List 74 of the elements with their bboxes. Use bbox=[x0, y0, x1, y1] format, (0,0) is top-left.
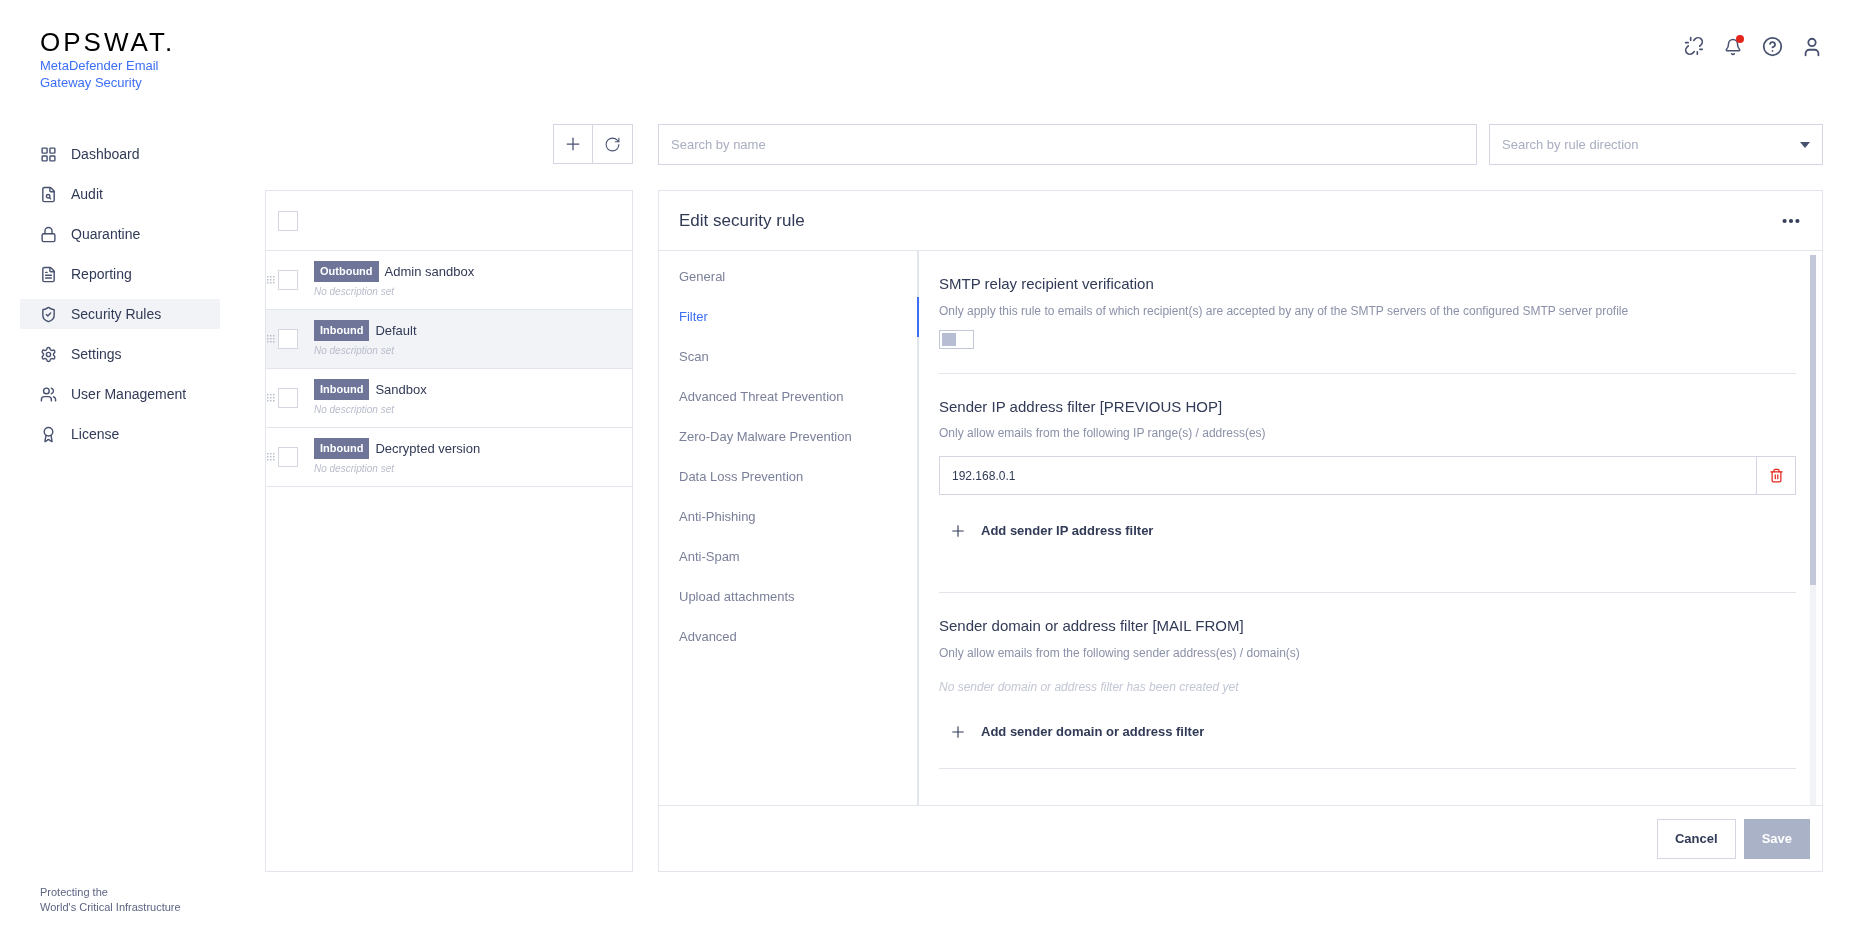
users-icon bbox=[40, 385, 57, 403]
editor-tab[interactable]: Advanced bbox=[659, 617, 919, 657]
editor-tab[interactable]: Zero-Day Malware Prevention bbox=[659, 417, 919, 457]
checkbox[interactable] bbox=[278, 270, 298, 290]
editor-tab[interactable]: Anti-Phishing bbox=[659, 497, 919, 537]
section-title: Sender domain or address filter [MAIL FROM] bbox=[939, 616, 1245, 636]
rule-description: No description set bbox=[314, 403, 396, 417]
search-field[interactable]: Search by name bbox=[658, 124, 1477, 165]
editor-tab[interactable]: General bbox=[659, 257, 919, 297]
direction-badge: Inbound bbox=[314, 438, 370, 459]
refresh-icon bbox=[604, 135, 621, 153]
refresh-button[interactable] bbox=[593, 124, 633, 164]
caret-icon bbox=[1800, 141, 1810, 148]
document-search-icon bbox=[40, 185, 57, 203]
unlink-icon[interactable] bbox=[1684, 36, 1704, 56]
tagline: Protecting the bbox=[40, 885, 109, 900]
brand-logo: OPSWAT. bbox=[40, 27, 177, 57]
direction-badge: Inbound bbox=[314, 379, 370, 400]
rule-name: Default bbox=[375, 321, 417, 340]
drag-handle-icon[interactable] bbox=[267, 335, 275, 343]
empty-message: No sender domain or address filter has been created yet bbox=[939, 678, 1240, 696]
editor-tab[interactable]: Filter bbox=[659, 297, 919, 337]
rule-name: Sandbox bbox=[375, 380, 427, 399]
tagline: World's Critical Infrastructure bbox=[40, 900, 182, 915]
toggle-switch[interactable] bbox=[939, 329, 974, 349]
sidebar-item[interactable]: Settings bbox=[20, 339, 220, 369]
trash-icon bbox=[1768, 468, 1784, 483]
rule-description: No description set bbox=[314, 285, 396, 299]
checkbox[interactable] bbox=[278, 447, 298, 467]
cancel-button[interactable]: Cancel bbox=[1657, 818, 1736, 859]
sidebar-item[interactable]: License bbox=[20, 419, 220, 449]
drag-handle-icon[interactable] bbox=[267, 394, 275, 402]
editor-tab[interactable]: Anti-Spam bbox=[659, 537, 919, 577]
rule-name: Admin sandbox bbox=[384, 262, 475, 281]
section-description: Only allow emails from the following sender address(es) / domain(s) bbox=[939, 644, 1301, 662]
rule-name: Decrypted version bbox=[375, 439, 481, 458]
ip-address-field[interactable]: 192.168.0.1 bbox=[939, 456, 1757, 495]
section-description: Only allow emails from the following IP range(s) / address(es) bbox=[939, 425, 1267, 442]
settings-icon bbox=[40, 345, 57, 363]
checkbox[interactable] bbox=[278, 388, 298, 408]
sidebar-item[interactable]: Audit bbox=[20, 179, 220, 209]
product-name: MetaDefender Email bbox=[40, 57, 160, 74]
product-name: Gateway Security bbox=[40, 74, 143, 91]
editor-tab[interactable]: Data Loss Prevention bbox=[659, 457, 919, 497]
editor-tab[interactable]: Advanced Threat Prevention bbox=[659, 377, 919, 417]
add-button[interactable] bbox=[553, 124, 593, 164]
sidebar-item[interactable]: Dashboard bbox=[20, 139, 220, 169]
section-description: Only apply this rule to emails of which recipient(s) are accepted by any of the SMTP servers of the configured SMTP server profile bbox=[939, 302, 1630, 320]
document-icon bbox=[40, 265, 57, 283]
section-title: Sender IP address filter [PREVIOUS HOP] bbox=[939, 396, 1224, 417]
editor-title: Edit security rule bbox=[679, 209, 805, 232]
drag-handle-icon[interactable] bbox=[267, 453, 275, 461]
shield-check-icon bbox=[40, 305, 57, 323]
checkbox[interactable] bbox=[278, 210, 298, 231]
sidebar-item[interactable]: Security Rules bbox=[20, 299, 220, 329]
add-filter-button[interactable]: Add sender IP address filter bbox=[939, 519, 1154, 543]
scrollbar[interactable] bbox=[1810, 255, 1816, 805]
add-filter-button[interactable]: Add sender domain or address filter bbox=[939, 719, 1205, 744]
plus-icon bbox=[949, 522, 967, 540]
delete-button[interactable] bbox=[1757, 456, 1796, 495]
sidebar-item[interactable]: Quarantine bbox=[20, 219, 220, 249]
section-title: SMTP relay recipient verification bbox=[939, 274, 1155, 294]
sidebar-item[interactable]: User Management bbox=[20, 379, 220, 409]
help-icon[interactable] bbox=[1762, 36, 1783, 57]
lock-icon bbox=[40, 225, 57, 243]
direction-badge: Outbound bbox=[314, 261, 379, 282]
editor-tab[interactable]: Upload attachments bbox=[659, 577, 919, 617]
grid-icon bbox=[40, 145, 57, 163]
rule-description: No description set bbox=[314, 462, 396, 476]
checkbox[interactable] bbox=[278, 329, 298, 349]
editor-tab[interactable]: Scan bbox=[659, 337, 919, 377]
sidebar-item[interactable]: Reporting bbox=[20, 259, 220, 289]
direction-badge: Inbound bbox=[314, 320, 370, 341]
drag-handle-icon[interactable] bbox=[267, 276, 275, 284]
